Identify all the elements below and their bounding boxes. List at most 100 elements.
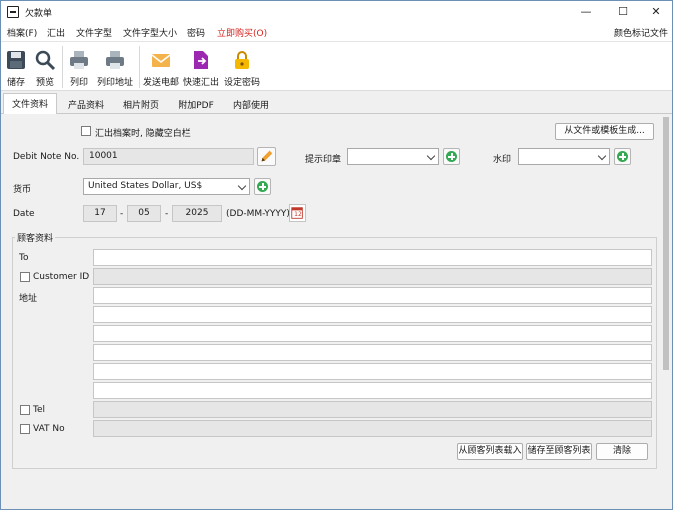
tab-attach-pdf[interactable]: 附加PDF [169,95,223,114]
address-line-6[interactable] [93,382,652,399]
tab-photo-attachment[interactable]: 相片附页 [114,95,168,114]
add-currency-button[interactable] [254,178,271,195]
title-bar: 欠款单 — ☐ ✕ [1,1,672,23]
vat-checkbox[interactable] [20,424,30,434]
toolbar-separator [139,46,140,88]
pencil-icon [261,150,273,162]
calendar-day: 12 [294,211,302,218]
preview-label: 预览 [35,78,54,88]
to-label: To [19,253,29,263]
address-line-3[interactable] [93,325,652,342]
tab-product-info[interactable]: 产品资料 [59,95,113,114]
watermark-label: 水印 [493,155,512,165]
print-address-button[interactable]: 列印地址 [95,44,135,90]
customer-id-label: Customer ID [33,272,90,282]
currency-label: 货币 [13,185,32,195]
preview-button[interactable]: 预览 [32,44,58,90]
print-address-label: 列印地址 [96,78,133,88]
date-month-field[interactable]: 05 [127,205,161,222]
add-stamp-button[interactable] [443,148,460,165]
address-line-4[interactable] [93,344,652,361]
send-email-button[interactable]: 发送电邮 [142,44,180,90]
scrollbar-thumb[interactable] [663,117,669,370]
add-watermark-button[interactable] [614,148,631,165]
address-line-1[interactable] [93,287,652,304]
plus-icon [446,151,457,162]
clear-button[interactable]: 清除 [596,443,648,460]
customer-id-checkbox[interactable] [20,272,30,282]
plus-icon [617,151,628,162]
window-title: 欠款单 [25,9,53,19]
print-button[interactable]: 列印 [65,44,93,90]
save-button[interactable]: 储存 [3,44,29,90]
menu-password[interactable]: 密码 [187,26,205,39]
send-email-label: 发送电邮 [142,78,179,88]
menu-font-size[interactable]: 文件字型大小 [123,26,177,39]
envelope-icon [151,54,171,67]
plus-icon [257,181,268,192]
set-password-label: 设定密码 [223,78,260,88]
toolbar: 储存 预览 列印 列印地址 发送电邮 快速汇出 设定密码 [1,41,672,91]
to-field[interactable] [93,249,652,266]
vertical-scrollbar[interactable] [660,114,671,509]
date-separator: - [120,209,124,219]
address-line-5[interactable] [93,363,652,380]
load-from-customer-list-button[interactable]: 从顾客列表载入 [457,443,523,460]
date-separator: - [165,209,169,219]
stamp-select[interactable] [347,148,439,165]
vat-label: VAT No [33,424,65,434]
customer-id-field[interactable] [93,268,652,285]
tab-internal-use[interactable]: 内部使用 [224,95,278,114]
currency-select[interactable]: United States Dollar, US$ [83,178,250,195]
date-label: Date [13,209,35,219]
maximize-button[interactable]: ☐ [606,1,640,23]
hide-blank-checkbox[interactable] [81,126,91,136]
address-label: 地址 [19,294,38,304]
address-line-2[interactable] [93,306,652,323]
date-format-hint: (DD-MM-YYYY) [226,209,290,219]
close-button[interactable]: ✕ [639,1,673,23]
vat-field[interactable] [93,420,652,437]
date-day-field[interactable]: 17 [83,205,117,222]
tel-field[interactable] [93,401,652,418]
debit-note-label: Debit Note No. [13,152,80,162]
menu-bar: 档案(F) 汇出 文件字型 文件字型大小 密码 立即购买(O) 颜色标记文件 [1,23,672,41]
toolbar-separator [62,46,63,88]
save-icon [7,51,25,69]
stamp-label: 提示印章 [305,155,342,165]
save-label: 储存 [6,78,25,88]
hide-blank-label: 汇出档案时, 隐藏空白栏 [95,129,191,139]
chevron-down-icon [597,151,607,161]
customer-group: 顾客资料 To Customer ID 地址 Tel VAT No 从顾客列表载… [12,231,657,469]
set-password-button[interactable]: 设定密码 [223,44,261,90]
customer-group-title: 顾客资料 [15,231,56,244]
document-info-panel: 汇出档案时, 隐藏空白栏 从文件或模板生成... Debit Note No. … [2,114,671,509]
printer-icon [70,51,88,69]
date-year-field[interactable]: 2025 [172,205,222,222]
minimize-button[interactable]: — [569,1,603,23]
print-label: 列印 [69,78,88,88]
calendar-button[interactable]: 12 [289,204,306,222]
magnifier-icon [35,50,56,71]
file-export-icon [194,51,208,69]
printer-address-icon [106,51,124,69]
menu-font[interactable]: 文件字型 [76,26,112,39]
lock-icon [235,51,249,69]
menu-color-tag[interactable]: 颜色标记文件 [614,26,668,39]
tel-checkbox[interactable] [20,405,30,415]
menu-export[interactable]: 汇出 [47,26,65,39]
generate-from-template-button[interactable]: 从文件或模板生成... [555,123,654,140]
edit-number-button[interactable] [257,147,276,166]
menu-file[interactable]: 档案(F) [7,26,37,39]
app-window: 欠款单 — ☐ ✕ 档案(F) 汇出 文件字型 文件字型大小 密码 立即购买(O… [0,0,673,510]
app-icon [7,6,19,18]
currency-value: United States Dollar, US$ [88,181,203,191]
save-to-customer-list-button[interactable]: 储存至顾客列表 [526,443,592,460]
menu-buy-now[interactable]: 立即购买(O) [217,26,267,39]
tel-label: Tel [33,405,46,415]
quick-export-button[interactable]: 快速汇出 [182,44,220,90]
tab-document-info[interactable]: 文件资料 [3,93,57,115]
chevron-down-icon [237,181,247,191]
debit-note-field[interactable]: 10001 [83,148,254,165]
watermark-select[interactable] [518,148,610,165]
